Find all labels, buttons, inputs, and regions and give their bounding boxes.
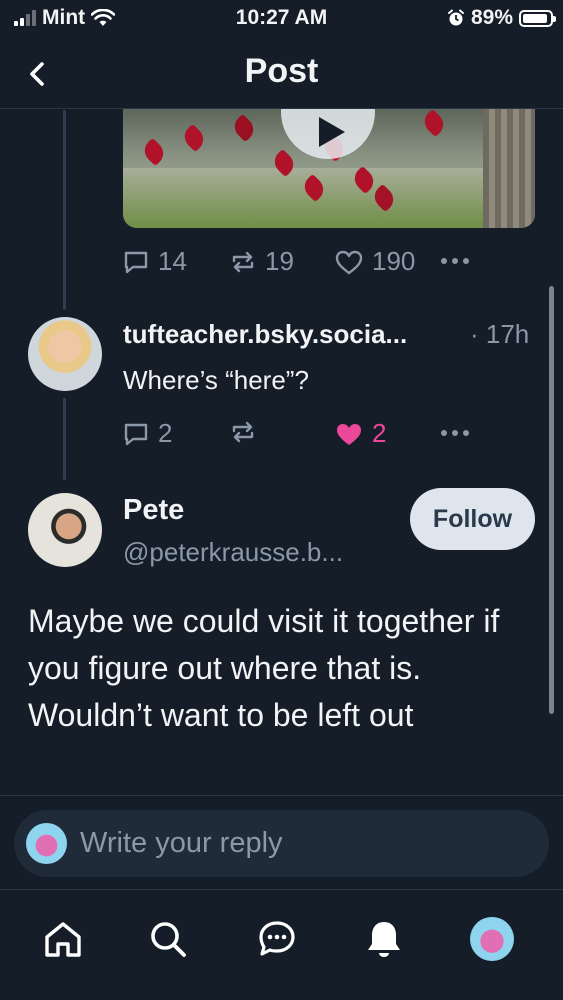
tab-chat[interactable] [250, 912, 304, 966]
play-icon[interactable] [281, 109, 375, 159]
author-handle[interactable]: @peterkrausse.b... [123, 537, 343, 568]
reply-count: 14 [158, 246, 187, 276]
search-icon [151, 922, 186, 957]
heart-filled-icon [337, 423, 361, 445]
reply-text: Where’s “here”? [123, 365, 309, 395]
repost-count: 19 [265, 246, 294, 276]
divider [0, 795, 563, 796]
avatar [26, 823, 67, 864]
more-options-button[interactable] [440, 257, 470, 265]
video-thumbnail[interactable] [123, 109, 535, 228]
heart-icon [335, 250, 363, 274]
repost-icon [232, 421, 254, 443]
reply-button[interactable]: 2 [122, 418, 172, 449]
comment-icon [124, 251, 148, 273]
tab-notifications[interactable] [357, 912, 411, 966]
reply-count: 2 [158, 418, 173, 448]
tab-bar [0, 890, 563, 1000]
more-icon [441, 258, 469, 264]
more-icon [441, 430, 469, 436]
battery-percent: 89% [470, 6, 513, 29]
tab-profile[interactable] [465, 912, 519, 966]
repost-button[interactable] [229, 418, 257, 446]
follow-button[interactable]: Follow [410, 488, 535, 550]
like-button[interactable]: 190 [334, 246, 415, 277]
reply-time: · 17h [470, 319, 530, 349]
status-right: 89% [447, 6, 556, 30]
reply-input[interactable] [80, 824, 520, 862]
comment-icon [124, 423, 148, 445]
page-title: Post [244, 52, 319, 90]
status-bar: Mint 10:27 AM 89% [0, 0, 563, 36]
home-icon [45, 922, 81, 957]
parent-actions: 14 19 190 [0, 243, 563, 283]
more-options-button[interactable] [440, 429, 470, 437]
scrollbar[interactable] [549, 286, 554, 714]
alarm-icon [447, 9, 464, 26]
like-count: 2 [372, 418, 387, 448]
like-count: 190 [372, 246, 416, 276]
author-name[interactable]: Pete [123, 494, 184, 527]
reply-actions: 2 2 [0, 415, 563, 455]
tab-home[interactable] [36, 912, 90, 966]
nav-header: Post [0, 40, 563, 109]
reply-composer[interactable] [14, 810, 549, 877]
reply-handle[interactable]: tufteacher.bsky.socia... [123, 319, 407, 350]
avatar[interactable] [28, 317, 102, 391]
avatar[interactable] [28, 493, 102, 567]
reply-button[interactable]: 14 [122, 246, 187, 277]
repost-icon [232, 251, 254, 272]
battery-icon [519, 9, 556, 27]
tab-search[interactable] [141, 912, 195, 966]
bell-icon [368, 922, 400, 957]
like-button[interactable]: 2 [334, 418, 386, 449]
chat-icon [259, 921, 295, 956]
profile-avatar [470, 917, 514, 961]
post-text: Maybe we could visit it together if you … [28, 603, 500, 733]
repost-button[interactable]: 19 [229, 246, 294, 277]
